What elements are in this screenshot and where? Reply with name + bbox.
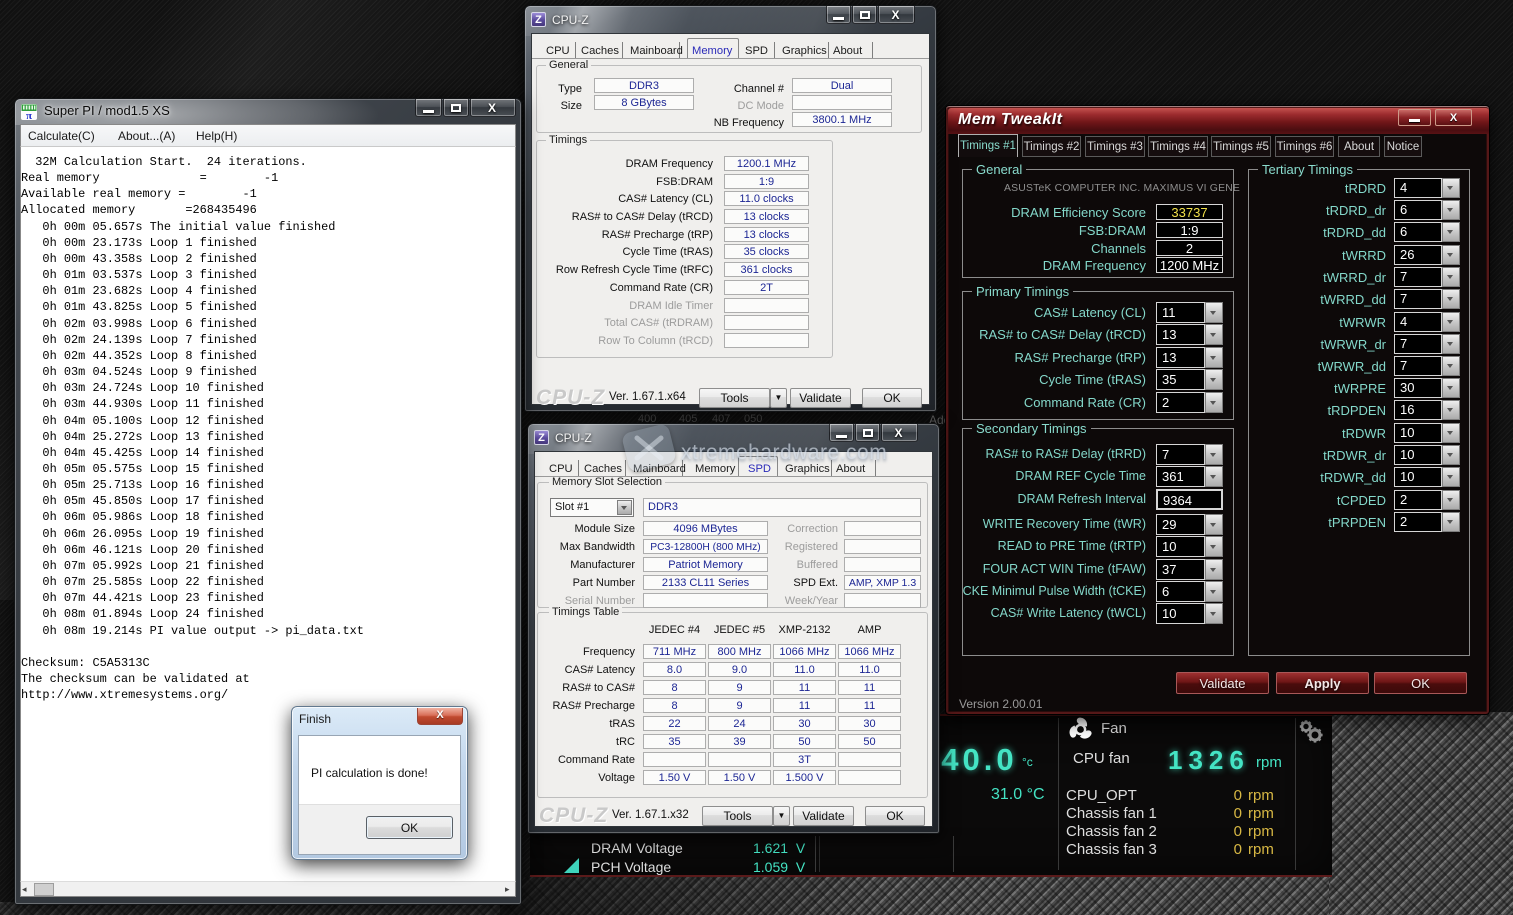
svg-text:π: π <box>26 110 32 120</box>
